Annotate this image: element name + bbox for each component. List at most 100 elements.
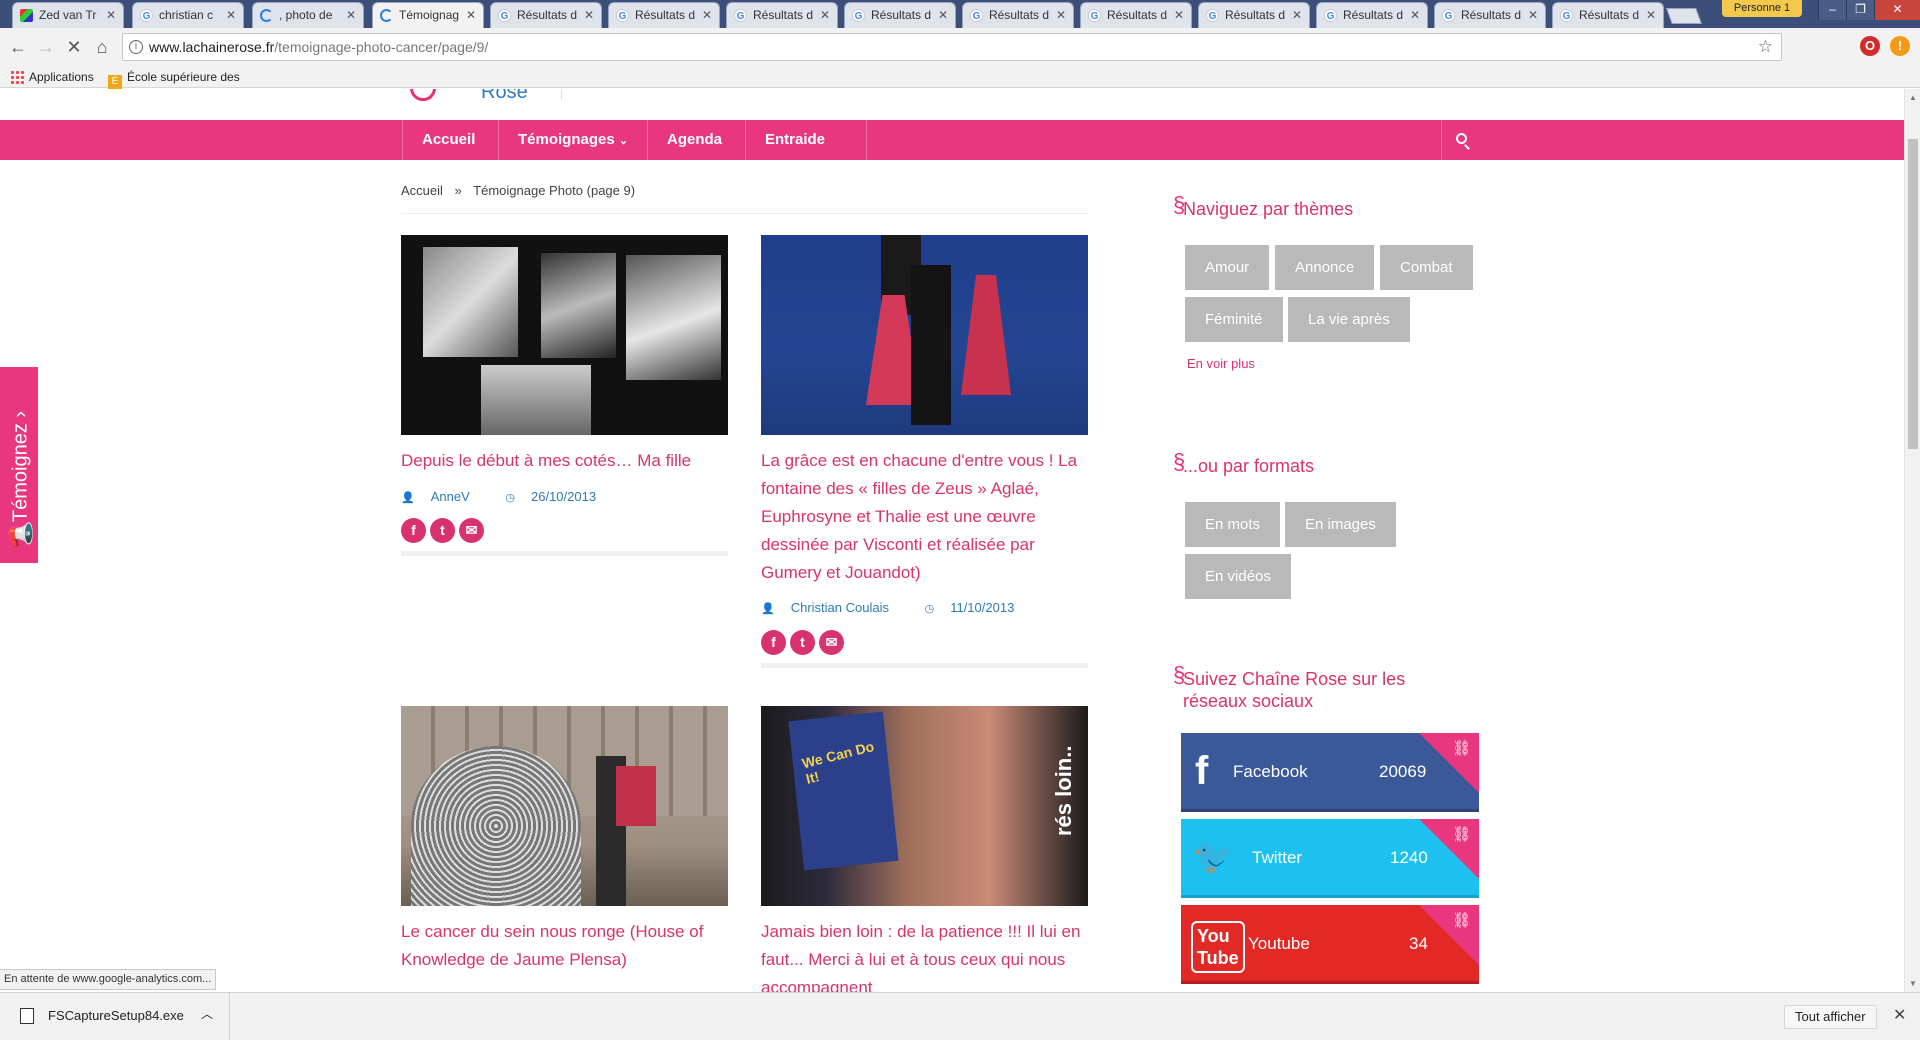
theme-tag[interactable]: La vie après (1288, 297, 1410, 342)
close-tab-icon[interactable]: ✕ (702, 3, 712, 28)
google-icon: G (498, 9, 511, 22)
profile-button[interactable]: Personne 1 (1722, 0, 1802, 17)
tab[interactable]: G Résultats d ✕ (608, 2, 720, 28)
close-tab-icon[interactable]: ✕ (346, 3, 356, 28)
close-tab-icon[interactable]: ✕ (938, 3, 948, 28)
post-image[interactable] (761, 235, 1088, 435)
show-all-downloads-button[interactable]: Tout afficher (1784, 1005, 1877, 1029)
facebook-follow-button[interactable]: f Facebook 20069 ⛓ (1181, 733, 1479, 812)
maximize-button[interactable]: ❐ (1846, 0, 1874, 20)
tab[interactable]: G Résultats d ✕ (844, 2, 956, 28)
temoignez-side-tab[interactable]: Témoignez › 📢 (0, 365, 40, 565)
close-tab-icon[interactable]: ✕ (1292, 3, 1302, 28)
forward-icon[interactable]: → (34, 35, 58, 59)
swirl-icon: § (1173, 662, 1186, 687)
tab[interactable]: G Résultats d ✕ (1434, 2, 1546, 28)
scroll-up-icon[interactable]: ▲ (1909, 93, 1917, 102)
tab-active[interactable]: Témoignag ✕ (372, 2, 484, 28)
theme-tag[interactable]: Combat (1380, 245, 1473, 290)
scrollbar-thumb[interactable] (1908, 139, 1918, 449)
post-image[interactable]: We Can Do It! rés loin.. (761, 706, 1088, 906)
bookmark-school[interactable]: É École supérieure des (108, 69, 240, 89)
back-icon[interactable]: ← (6, 35, 30, 59)
close-tab-icon[interactable]: ✕ (1528, 3, 1538, 28)
home-icon[interactable]: ⌂ (90, 35, 114, 59)
twitter-follow-button[interactable]: 🐦 Twitter 1240 ⛓ (1181, 819, 1479, 898)
theme-tag[interactable]: Féminité (1185, 297, 1283, 342)
logo-icon[interactable] (410, 89, 436, 101)
address-bar[interactable]: i www.lachainerose.fr/temoignage-photo-c… (122, 33, 1782, 61)
theme-tag[interactable]: Annonce (1275, 245, 1375, 290)
page-scrollbar[interactable]: ▲ ▼ (1904, 89, 1920, 992)
format-tag[interactable]: En mots (1185, 502, 1281, 547)
post-title[interactable]: Jamais bien loin : de la patience !!! Il… (761, 918, 1088, 992)
tab[interactable]: G Résultats d ✕ (1316, 2, 1428, 28)
close-tab-icon[interactable]: ✕ (584, 3, 594, 28)
email-share-icon[interactable]: ✉ (459, 518, 484, 543)
youtube-follow-button[interactable]: You Tube Youtube 34 ⛓ (1181, 905, 1479, 984)
post-author[interactable]: 👤 Christian Coulais (761, 600, 905, 615)
more-themes-link[interactable]: En voir plus (1187, 356, 1255, 371)
close-icon[interactable]: ✕ (1893, 1005, 1906, 1025)
logo-text[interactable]: Rose (481, 89, 528, 104)
breadcrumb-separator: » (454, 183, 462, 198)
google-icon: G (970, 9, 983, 22)
chevron-up-icon[interactable]: ︿ (201, 1005, 213, 1022)
post-author[interactable]: 👤 AnneV (401, 489, 486, 504)
search-icon (1456, 133, 1467, 144)
close-tab-icon[interactable]: ✕ (1646, 3, 1656, 28)
post-title[interactable]: La grâce est en chacune d'entre vous ! L… (761, 447, 1088, 587)
post-image[interactable] (401, 235, 728, 435)
bookmark-star-icon[interactable]: ☆ (1758, 34, 1773, 60)
scroll-down-icon[interactable]: ▼ (1909, 979, 1917, 988)
tab[interactable]: G Résultats d ✕ (962, 2, 1074, 28)
tab[interactable]: G Résultats d ✕ (490, 2, 602, 28)
nav-temoignages[interactable]: Témoignages ⌄ (498, 120, 647, 160)
facebook-share-icon[interactable]: f (401, 518, 426, 543)
stop-loading-icon[interactable]: ✕ (62, 35, 86, 59)
nav-accueil[interactable]: Accueil (402, 120, 494, 160)
alert-extension-icon[interactable]: ! (1890, 36, 1910, 56)
bookmarks-bar: Applications É École supérieure des (0, 66, 1920, 89)
bookmark-apps[interactable]: Applications (10, 69, 94, 85)
tab[interactable]: G Résultats d ✕ (1198, 2, 1310, 28)
close-tab-icon[interactable]: ✕ (820, 3, 830, 28)
download-item[interactable]: FSCaptureSetup84.exe ︿ (0, 993, 230, 1040)
tab[interactable]: G Résultats d ✕ (1080, 2, 1192, 28)
loading-icon (380, 9, 393, 22)
tab[interactable]: , photo de ✕ (252, 2, 364, 28)
close-tab-icon[interactable]: ✕ (1410, 3, 1420, 28)
twitter-share-icon[interactable]: t (430, 518, 455, 543)
tab[interactable]: G Résultats d ✕ (726, 2, 838, 28)
close-tab-icon[interactable]: ✕ (1174, 3, 1184, 28)
new-tab-button[interactable] (1666, 8, 1702, 24)
close-tab-icon[interactable]: ✕ (466, 3, 476, 28)
minimize-button[interactable]: – (1818, 0, 1846, 20)
tab[interactable]: G Résultats d ✕ (1552, 2, 1664, 28)
breadcrumb-home[interactable]: Accueil (401, 183, 443, 198)
nav-entraide[interactable]: Entraide (745, 120, 844, 160)
tab[interactable]: Gchristian c ✕ (132, 2, 244, 28)
tab[interactable]: Zed van Tr ✕ (12, 2, 124, 28)
close-window-button[interactable]: ✕ (1874, 0, 1920, 20)
info-icon[interactable]: i (129, 40, 143, 54)
search-button[interactable] (1441, 120, 1470, 160)
close-tab-icon[interactable]: ✕ (106, 3, 116, 28)
post-image[interactable] (401, 706, 728, 906)
opera-extension-icon[interactable]: O (1860, 36, 1880, 56)
theme-tag[interactable]: Amour (1185, 245, 1270, 290)
post-title[interactable]: Depuis le début à mes cotés… Ma fille (401, 447, 728, 475)
close-tab-icon[interactable]: ✕ (1056, 3, 1066, 28)
google-icon: G (852, 9, 865, 22)
divider (401, 551, 728, 556)
nav-agenda[interactable]: Agenda (647, 120, 741, 160)
facebook-share-icon[interactable]: f (761, 630, 786, 655)
format-tag[interactable]: En vidéos (1185, 554, 1291, 599)
loading-icon (260, 9, 273, 22)
twitter-share-icon[interactable]: t (790, 630, 815, 655)
format-tag[interactable]: En images (1285, 502, 1396, 547)
user-icon: 👤 (761, 603, 775, 615)
post-title[interactable]: Le cancer du sein nous ronge (House of K… (401, 918, 728, 974)
close-tab-icon[interactable]: ✕ (226, 3, 236, 28)
email-share-icon[interactable]: ✉ (819, 630, 844, 655)
